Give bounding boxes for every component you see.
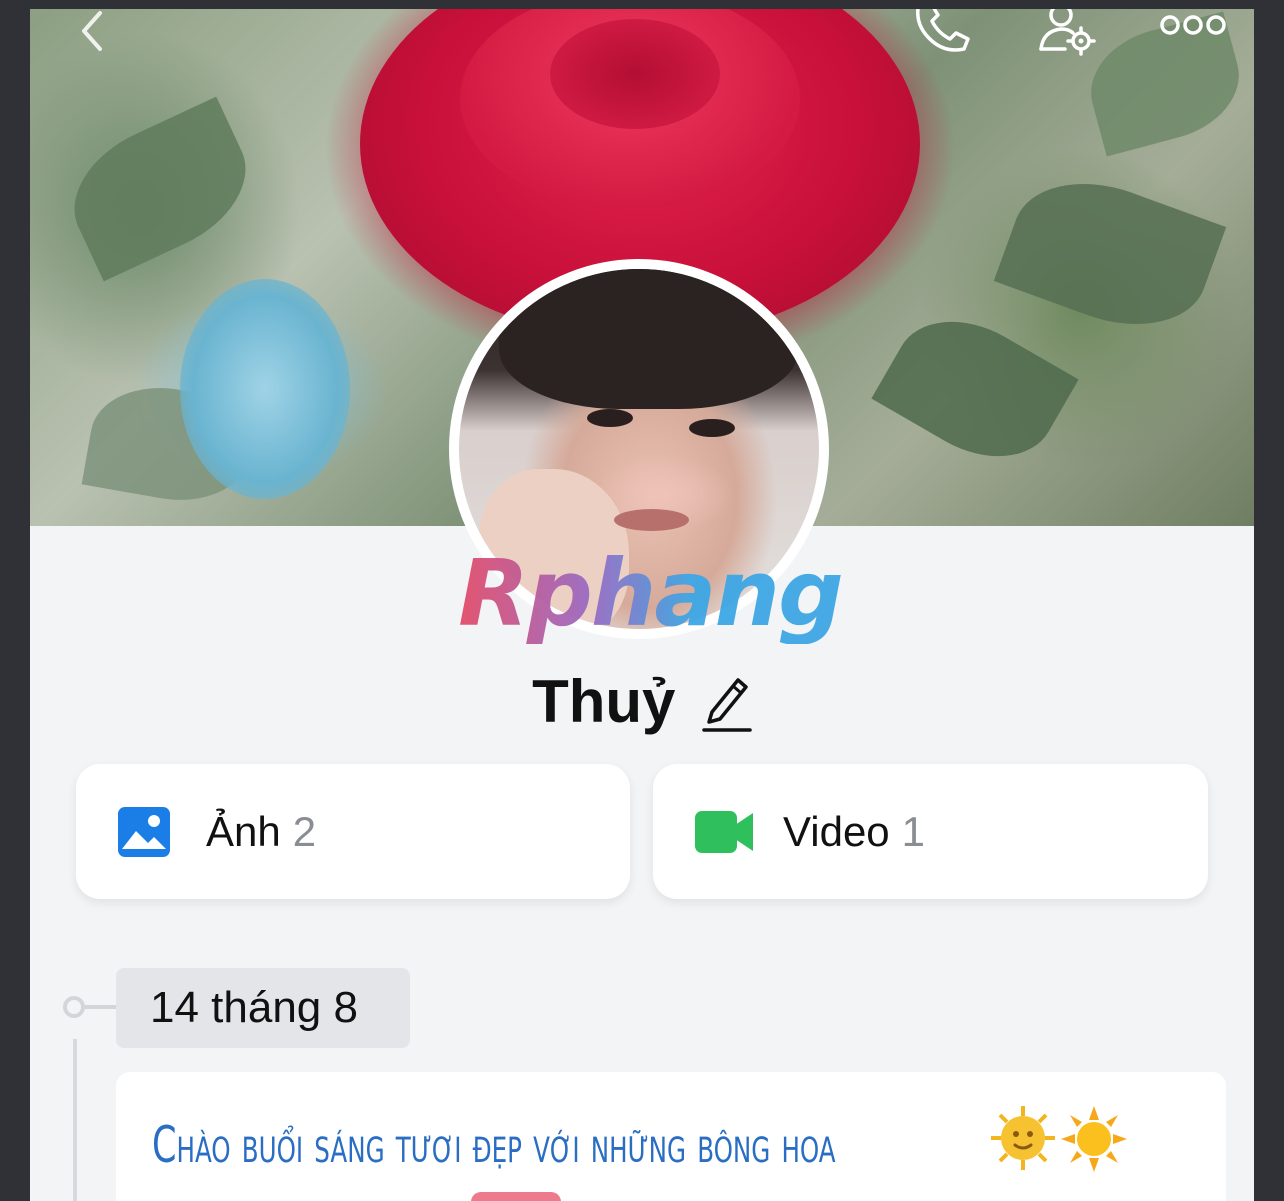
more-icon[interactable] — [1158, 13, 1228, 42]
cover-blue-flower — [180, 279, 350, 499]
cover-leaf — [53, 96, 267, 282]
timeline-connector — [85, 1005, 117, 1009]
profile-screen: Rphang Thuỷ Ảnh 2 Video 1 14 tháng 8 Chà… — [30, 9, 1254, 1201]
post-text: Chào buổi sáng tươi đẹp với những bông h… — [152, 1116, 836, 1174]
user-settings-icon[interactable] — [1035, 9, 1099, 64]
post-image-peek — [471, 1192, 561, 1201]
sun-icon — [1061, 1106, 1127, 1172]
avatar-hair — [499, 269, 799, 409]
phone-call-icon[interactable] — [910, 9, 974, 58]
photos-count: 2 — [292, 807, 317, 855]
videos-label: Video — [783, 807, 890, 855]
cover-rose-center — [550, 19, 720, 129]
sun-with-face-icon — [991, 1106, 1055, 1170]
video-camera-icon — [695, 805, 753, 859]
photos-button[interactable]: Ảnh 2 — [76, 764, 630, 899]
photos-label: Ảnh — [206, 807, 281, 855]
videos-button[interactable]: Video 1 — [653, 764, 1208, 899]
timeline-line — [73, 1039, 77, 1201]
cover-leaf — [993, 158, 1227, 350]
watermark-logo: Rphang — [450, 544, 850, 644]
photo-gallery-icon — [118, 805, 172, 859]
profile-name-row: Thuỷ — [30, 667, 1254, 736]
avatar-eye — [689, 419, 735, 437]
timeline-dot — [63, 996, 85, 1018]
cover-leaf — [871, 294, 1079, 484]
videos-count: 1 — [901, 807, 926, 855]
avatar-lips — [614, 509, 689, 531]
pencil-edit-icon[interactable] — [700, 672, 752, 732]
avatar-eye — [587, 409, 633, 427]
profile-name: Thuỷ — [532, 668, 676, 735]
timeline-post[interactable]: Chào buổi sáng tươi đẹp với những bông h… — [116, 1072, 1226, 1201]
timeline-date-chip: 14 tháng 8 — [116, 968, 410, 1048]
back-icon[interactable] — [72, 9, 112, 58]
